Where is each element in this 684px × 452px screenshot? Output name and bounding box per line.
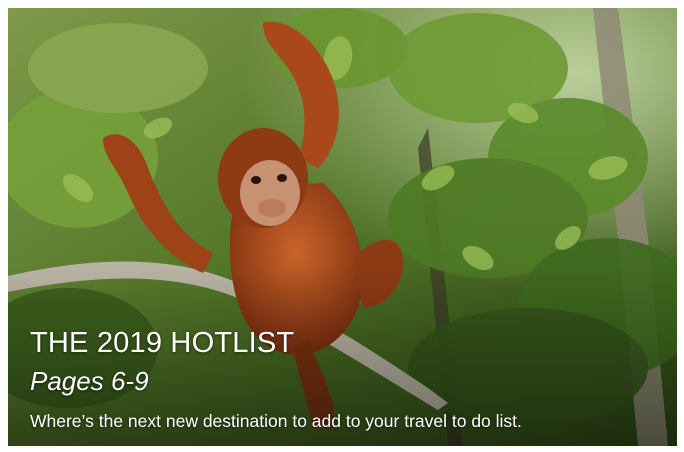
feature-title[interactable]: THE 2019 HOTLIST (30, 326, 657, 360)
feature-caption: THE 2019 HOTLIST Pages 6-9 Where’s the n… (30, 326, 657, 432)
feature-pages: Pages 6-9 (30, 366, 149, 396)
feature-description: Where’s the next new destination to add … (30, 411, 522, 431)
hotlist-feature-card[interactable]: THE 2019 HOTLIST Pages 6-9 Where’s the n… (8, 8, 677, 446)
